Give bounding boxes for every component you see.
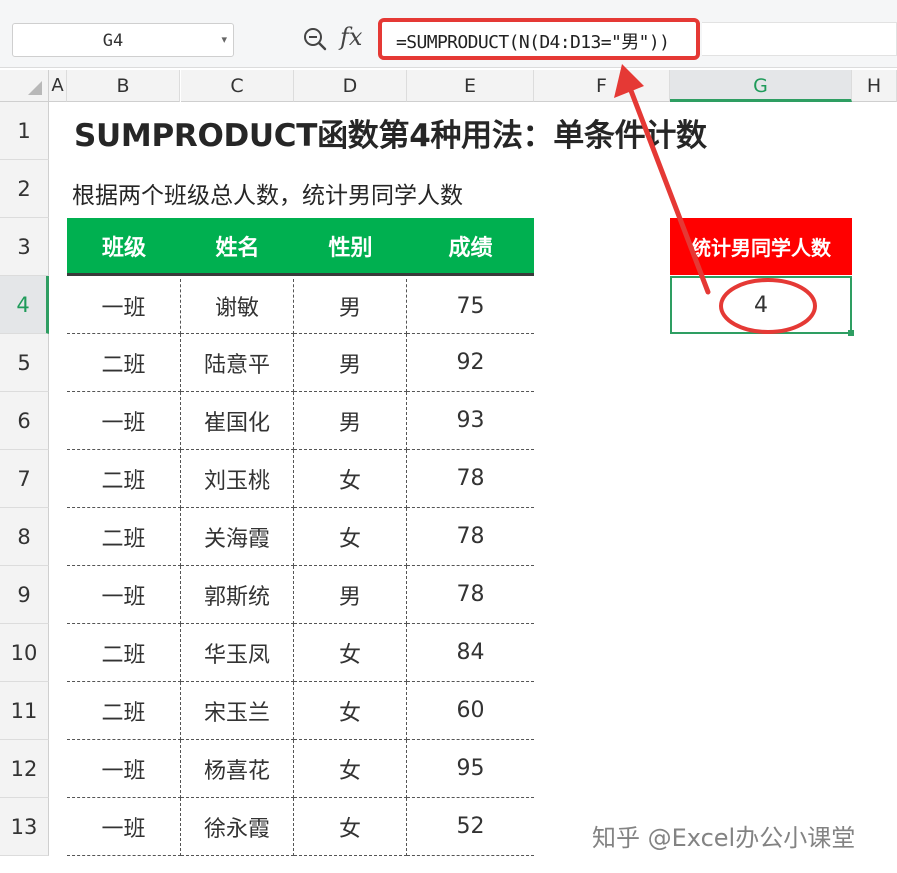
- row-header-5[interactable]: 5: [0, 334, 49, 392]
- row-header-6[interactable]: 6: [0, 392, 49, 450]
- table-cell[interactable]: 一班: [67, 798, 181, 856]
- table-cell[interactable]: 一班: [67, 279, 181, 334]
- table-cell[interactable]: 男: [294, 566, 407, 624]
- table-cell[interactable]: 宋玉兰: [181, 682, 294, 740]
- table-cell[interactable]: 二班: [67, 450, 181, 508]
- select-all-icon: [28, 81, 42, 95]
- formula-input-extension[interactable]: [702, 22, 897, 56]
- table-cell[interactable]: 一班: [67, 392, 181, 450]
- column-header-c[interactable]: C: [181, 70, 294, 102]
- table-cell[interactable]: 75: [407, 279, 534, 334]
- table-cell[interactable]: 郭斯统: [181, 566, 294, 624]
- row-header-9[interactable]: 9: [0, 566, 49, 624]
- row-header-1[interactable]: 1: [0, 102, 49, 160]
- table-cell[interactable]: 女: [294, 450, 407, 508]
- watermark: 知乎 @Excel办公小课堂: [592, 824, 856, 852]
- table-cell[interactable]: 男: [294, 334, 407, 392]
- row-header-12[interactable]: 12: [0, 740, 49, 798]
- row-header-2[interactable]: 2: [0, 160, 49, 218]
- table-cell[interactable]: 女: [294, 798, 407, 856]
- table-header-cell: 成绩: [407, 218, 534, 276]
- table-cell[interactable]: 华玉凤: [181, 624, 294, 682]
- name-box[interactable]: G4 ▾: [12, 23, 234, 57]
- select-all-corner[interactable]: [0, 70, 49, 102]
- table-cell[interactable]: 刘玉桃: [181, 450, 294, 508]
- table-cell[interactable]: 崔国化: [181, 392, 294, 450]
- table-cell[interactable]: 78: [407, 508, 534, 566]
- table-cell[interactable]: 52: [407, 798, 534, 856]
- column-header-e[interactable]: E: [407, 70, 534, 102]
- table-header-cell: 性别: [294, 218, 407, 276]
- row-header-13[interactable]: 13: [0, 798, 49, 856]
- table-cell[interactable]: 95: [407, 740, 534, 798]
- column-header-d[interactable]: D: [294, 70, 407, 102]
- column-header-b[interactable]: B: [67, 70, 180, 102]
- result-value-cell[interactable]: 4: [670, 276, 852, 334]
- row-header-10[interactable]: 10: [0, 624, 49, 682]
- table-cell[interactable]: 二班: [67, 334, 181, 392]
- table-cell[interactable]: 女: [294, 508, 407, 566]
- table-cell[interactable]: 二班: [67, 508, 181, 566]
- sheet-title: SUMPRODUCT函数第4种用法：单条件计数: [74, 118, 707, 154]
- fill-handle[interactable]: [848, 330, 854, 336]
- table-cell[interactable]: 84: [407, 624, 534, 682]
- table-cell[interactable]: 78: [407, 450, 534, 508]
- column-header-a[interactable]: A: [49, 70, 67, 102]
- fx-label[interactable]: fx: [340, 23, 362, 51]
- column-header-f[interactable]: F: [534, 70, 670, 102]
- row-header-8[interactable]: 8: [0, 508, 49, 566]
- table-cell[interactable]: 女: [294, 682, 407, 740]
- table-header-cell: 姓名: [181, 218, 294, 276]
- column-header-h[interactable]: H: [852, 70, 897, 102]
- formula-text: =SUMPRODUCT(N(D4:D13="男")): [396, 32, 670, 53]
- table-cell[interactable]: 60: [407, 682, 534, 740]
- row-header-11[interactable]: 11: [0, 682, 49, 740]
- table-cell[interactable]: 92: [407, 334, 534, 392]
- zoom-icon[interactable]: [302, 26, 328, 52]
- result-header-cell[interactable]: 统计男同学人数: [670, 218, 852, 275]
- column-header-g[interactable]: G: [670, 70, 852, 102]
- table-cell[interactable]: 男: [294, 392, 407, 450]
- formula-input[interactable]: =SUMPRODUCT(N(D4:D13="男")): [378, 18, 700, 60]
- table-cell[interactable]: 一班: [67, 566, 181, 624]
- table-cell[interactable]: 男: [294, 279, 407, 334]
- dropdown-caret-icon[interactable]: ▾: [221, 33, 227, 46]
- table-cell[interactable]: 二班: [67, 682, 181, 740]
- table-cell[interactable]: 女: [294, 624, 407, 682]
- table-cell[interactable]: 关海霞: [181, 508, 294, 566]
- name-box-value: G4: [102, 31, 124, 51]
- row-header-7[interactable]: 7: [0, 450, 49, 508]
- row-header-4[interactable]: 4: [0, 276, 49, 334]
- table-cell[interactable]: 杨喜花: [181, 740, 294, 798]
- table-cell[interactable]: 二班: [67, 624, 181, 682]
- sheet-subtitle: 根据两个班级总人数，统计男同学人数: [72, 183, 463, 209]
- table-cell[interactable]: 93: [407, 392, 534, 450]
- table-cell[interactable]: 谢敏: [181, 279, 294, 334]
- table-cell[interactable]: 78: [407, 566, 534, 624]
- table-header-cell: 班级: [67, 218, 181, 276]
- table-cell[interactable]: 徐永霞: [181, 798, 294, 856]
- table-cell[interactable]: 女: [294, 740, 407, 798]
- row-header-3[interactable]: 3: [0, 218, 49, 276]
- table-cell[interactable]: 一班: [67, 740, 181, 798]
- table-cell[interactable]: 陆意平: [181, 334, 294, 392]
